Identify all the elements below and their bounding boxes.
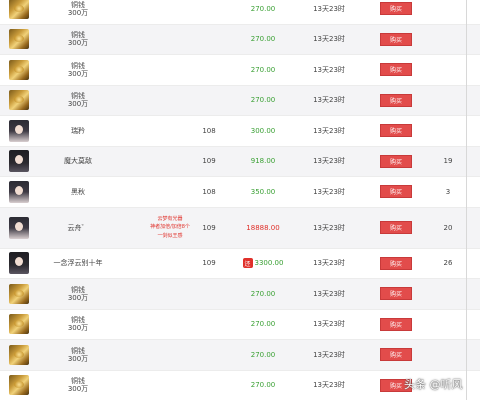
item-name: 铜钱 300万 — [67, 31, 89, 48]
level: 108 — [202, 126, 216, 135]
price: 还 3300.00 — [242, 258, 284, 269]
time-remaining: 13天23时 — [313, 35, 345, 44]
time-remaining: 13天23时 — [313, 4, 345, 13]
price: 270.00 — [250, 65, 276, 74]
table-row: 铜钱 300万 270.00 13天23时 购买 — [0, 340, 480, 371]
table-row: 魔大莫敌 109 918.00 13天23时 购买 19 — [0, 146, 480, 177]
price: 270.00 — [250, 96, 276, 105]
character-name: 瑞矜 — [71, 126, 85, 135]
table-row: 铜钱 300万 270.00 13天23时 购买 — [0, 0, 480, 25]
gold-coins-icon — [9, 0, 29, 19]
time-remaining: 13天23时 — [313, 96, 345, 105]
price: 270.00 — [250, 350, 276, 359]
count: 20 — [443, 223, 453, 232]
gold-coins-icon — [9, 90, 29, 111]
table-row: 铜钱 300万 270.00 13天23时 购买 — [0, 310, 480, 340]
table-row: 铜钱 300万 270.00 13天23时 购买 — [0, 279, 480, 310]
table-row: 铜钱 300万 270.00 13天23时 购买 — [0, 24, 480, 55]
buy-button[interactable]: 购买 — [380, 348, 412, 362]
price: 270.00 — [250, 289, 276, 298]
table-row: 铜钱 300万 270.00 13天23时 购买 — [0, 85, 480, 116]
price: 300.00 — [250, 126, 276, 135]
price: 918.00 — [250, 157, 276, 166]
time-remaining: 13天23时 — [313, 259, 345, 268]
table-row: 云舟゛ 云梦有光器 神者加倍/加倍8个 一剑似王感 109 18888.00 1… — [0, 207, 480, 249]
time-remaining: 13天23时 — [313, 350, 345, 359]
scrollbar-track[interactable] — [466, 0, 467, 400]
buy-button[interactable]: 购买 — [380, 154, 412, 168]
time-remaining: 13天23时 — [313, 187, 345, 196]
character-name: 云舟゛ — [67, 223, 89, 232]
character-name: 一念浮云别十年 — [53, 259, 103, 268]
buy-button[interactable]: 购买 — [380, 287, 412, 301]
buy-button[interactable]: 购买 — [380, 32, 412, 46]
buy-button[interactable]: 购买 — [380, 185, 412, 199]
character-name: 黑秋 — [71, 187, 85, 196]
table-row: 铜钱 300万 270.00 13天23时 购买 — [0, 55, 480, 86]
price: 270.00 — [250, 4, 276, 13]
buy-button[interactable]: 购买 — [380, 124, 412, 138]
buy-button[interactable]: 购买 — [380, 256, 412, 270]
price: 18888.00 — [246, 223, 280, 232]
count: 19 — [443, 157, 453, 166]
level: 109 — [202, 259, 216, 268]
character-avatar-icon — [9, 119, 29, 142]
count: 3 — [445, 187, 451, 196]
level: 108 — [202, 187, 216, 196]
price: 350.00 — [250, 187, 276, 196]
seller-note: 云梦有光器 神者加倍/加倍8个 一剑似王感 — [150, 215, 190, 239]
time-remaining: 13天23时 — [313, 126, 345, 135]
item-name: 铜钱 300万 — [67, 92, 89, 109]
bargain-tag: 还 — [242, 258, 253, 269]
character-avatar-icon — [9, 216, 29, 239]
character-avatar-icon — [9, 150, 29, 173]
time-remaining: 13天23时 — [313, 65, 345, 74]
buy-button[interactable]: 购买 — [380, 2, 412, 16]
character-avatar-icon — [9, 252, 29, 275]
gold-coins-icon — [9, 283, 29, 304]
gold-coins-icon — [9, 29, 29, 50]
price: 270.00 — [250, 35, 276, 44]
item-name: 铜钱 300万 — [67, 285, 89, 302]
table-row: 黑秋 108 350.00 13天23时 购买 3 — [0, 177, 480, 208]
buy-button[interactable]: 购买 — [380, 93, 412, 107]
time-remaining: 13天23时 — [313, 289, 345, 298]
time-remaining: 13天23时 — [313, 381, 345, 390]
price: 270.00 — [250, 381, 276, 390]
item-name: 铜钱 300万 — [67, 61, 89, 78]
time-remaining: 13天23时 — [313, 157, 345, 166]
gold-coins-icon — [9, 375, 29, 396]
level: 109 — [202, 223, 216, 232]
gold-coins-icon — [9, 314, 29, 335]
price: 270.00 — [250, 320, 276, 329]
buy-button[interactable]: 购买 — [380, 63, 412, 77]
gold-coins-icon — [9, 344, 29, 365]
buy-button[interactable]: 购买 — [380, 221, 412, 234]
item-name: 铜钱 300万 — [67, 316, 89, 333]
time-remaining: 13天23时 — [313, 320, 345, 329]
gold-coins-icon — [9, 59, 29, 80]
item-name: 铜钱 300万 — [67, 346, 89, 363]
count: 26 — [443, 259, 453, 268]
buy-button[interactable]: 购买 — [380, 317, 412, 331]
character-name: 魔大莫敌 — [64, 157, 92, 166]
watermark: 头条 @听风 — [404, 378, 463, 391]
level: 109 — [202, 157, 216, 166]
item-name: 铜钱 300万 — [67, 377, 89, 394]
item-name: 铜钱 300万 — [67, 0, 89, 17]
time-remaining: 13天23时 — [313, 223, 345, 232]
character-avatar-icon — [9, 180, 29, 203]
table-row: 一念浮云别十年 109 还 3300.00 13天23时 购买 26 — [0, 249, 480, 279]
listing-table: 铜钱 300万 270.00 13天23时 购买 铜钱 300万 270.00 13… — [0, 0, 480, 400]
table-row: 瑞矜 108 300.00 13天23时 购买 — [0, 116, 480, 147]
